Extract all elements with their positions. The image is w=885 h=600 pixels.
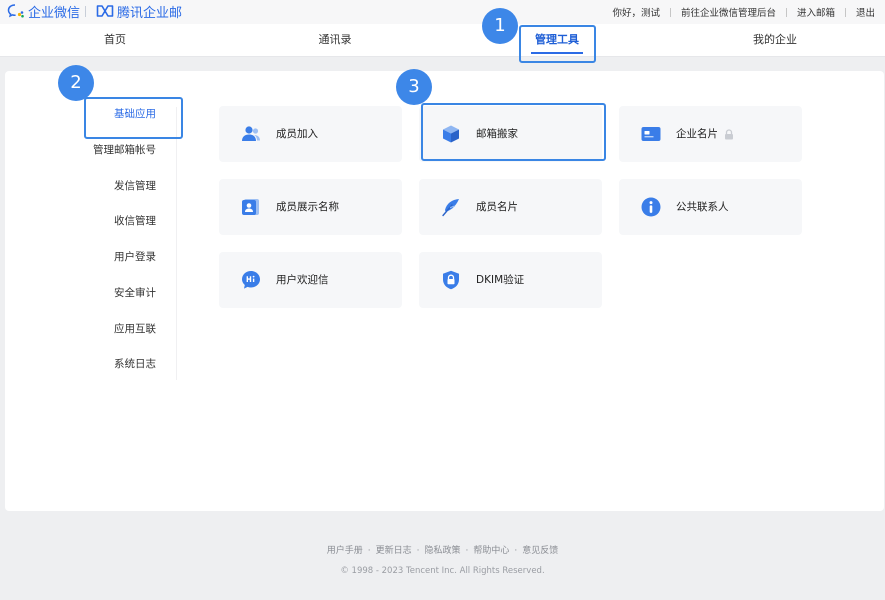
sidebar-item-label: 收信管理 bbox=[114, 215, 156, 227]
tile-member-display-name[interactable]: 成员展示名称 bbox=[219, 179, 402, 235]
nav-tab-home[interactable]: 首页 bbox=[75, 24, 155, 57]
nav-tab-contacts[interactable]: 通讯录 bbox=[295, 24, 375, 57]
info-icon bbox=[641, 197, 661, 217]
sidebar-item-security-audit[interactable]: 安全审计 bbox=[0, 283, 156, 303]
footer-link-help[interactable]: 帮助中心 bbox=[473, 543, 509, 556]
footer-link-manual[interactable]: 用户手册 bbox=[327, 543, 363, 556]
sidebar-item-label: 系统日志 bbox=[114, 358, 156, 370]
tile-label: DKIM验证 bbox=[476, 274, 525, 286]
sidebar-item-system-log[interactable]: 系统日志 bbox=[0, 354, 156, 374]
shield-lock-icon bbox=[441, 270, 461, 290]
contact-card-icon bbox=[241, 197, 261, 217]
sidebar-item-mailbox-accounts[interactable]: 管理邮箱帐号 bbox=[0, 140, 156, 160]
box-icon bbox=[441, 124, 461, 144]
sidebar-item-receiving[interactable]: 收信管理 bbox=[0, 211, 156, 231]
tencent-mail-logo-icon bbox=[96, 5, 114, 17]
nav-tab-my-enterprise[interactable]: 我的企业 bbox=[735, 24, 815, 57]
tencent-mail-brand-label: 腾讯企业邮 bbox=[117, 5, 183, 21]
footer-separator: · bbox=[514, 546, 518, 556]
top-bar: 企业微信 腾讯企业邮 你好，测试 前往企业微信管理后台 进入邮箱 退出 bbox=[0, 0, 885, 24]
top-link-divider bbox=[669, 7, 671, 17]
sidebar-item-label: 基础应用 bbox=[114, 108, 156, 120]
feather-icon bbox=[441, 197, 461, 217]
main-nav: 首页 通讯录 管理工具 我的企业 bbox=[0, 24, 885, 57]
admin-console-link[interactable]: 前往企业微信管理后台 bbox=[681, 5, 776, 19]
tile-label: 成员加入 bbox=[276, 128, 318, 140]
sidebar-item-label: 用户登录 bbox=[114, 251, 156, 263]
tile-dkim[interactable]: DKIM验证 bbox=[419, 252, 602, 308]
sidebar-item-sending[interactable]: 发信管理 bbox=[0, 176, 156, 196]
greeting-text: 你好，测试 bbox=[612, 8, 660, 19]
footer-separator: · bbox=[416, 546, 420, 556]
wecom-brand-label: 企业微信 bbox=[28, 5, 81, 21]
tile-label-wrap: 企业名片 bbox=[676, 125, 734, 143]
tile-label: 成员名片 bbox=[476, 201, 518, 213]
annotation-badge: 2 bbox=[58, 65, 94, 101]
top-link-divider bbox=[844, 7, 846, 17]
top-link-divider bbox=[785, 7, 787, 17]
tile-label: 成员展示名称 bbox=[276, 201, 339, 213]
logout-link[interactable]: 退出 bbox=[856, 5, 875, 19]
sidebar-item-label: 管理邮箱帐号 bbox=[93, 144, 156, 156]
tile-welcome-letter[interactable]: 用户欢迎信 bbox=[219, 252, 402, 308]
enter-mailbox-link[interactable]: 进入邮箱 bbox=[797, 5, 835, 19]
tile-label: 用户欢迎信 bbox=[276, 274, 329, 286]
wecom-brand[interactable]: 企业微信 bbox=[7, 0, 80, 22]
tile-member-join[interactable]: 成员加入 bbox=[219, 106, 402, 162]
tile-member-card[interactable]: 成员名片 bbox=[419, 179, 602, 235]
id-card-icon bbox=[641, 124, 661, 144]
footer-separator: · bbox=[367, 546, 371, 556]
sidebar-item-basic-apps[interactable]: 基础应用 bbox=[0, 104, 156, 124]
footer-separator: · bbox=[465, 546, 469, 556]
footer-link-changelog[interactable]: 更新日志 bbox=[376, 543, 412, 556]
footer-links: 用户手册 · 更新日志 · 隐私政策 · 帮助中心 · 意见反馈 bbox=[0, 543, 885, 556]
footer-link-privacy[interactable]: 隐私政策 bbox=[424, 543, 460, 556]
tile-label: 公共联系人 bbox=[676, 201, 729, 213]
brand-divider bbox=[85, 6, 86, 17]
sidebar-item-label: 安全审计 bbox=[114, 287, 156, 299]
hi-chat-icon bbox=[241, 270, 261, 290]
tile-enterprise-card[interactable]: 企业名片 bbox=[619, 106, 802, 162]
tile-mailbox-move[interactable]: 邮箱搬家 bbox=[419, 106, 602, 162]
tile-label: 企业名片 bbox=[676, 128, 718, 140]
copyright-text: © 1998 - 2023 Tencent Inc. All Rights Re… bbox=[340, 566, 545, 576]
users-icon bbox=[241, 124, 261, 144]
tile-label: 邮箱搬家 bbox=[476, 128, 518, 140]
sidebar-divider bbox=[176, 107, 177, 380]
wecom-logo-icon bbox=[7, 4, 24, 18]
top-links: 你好，测试 前往企业微信管理后台 进入邮箱 退出 bbox=[612, 0, 875, 24]
active-tab-underline bbox=[531, 52, 583, 54]
sidebar-item-label: 发信管理 bbox=[114, 180, 156, 192]
tile-public-contacts[interactable]: 公共联系人 bbox=[619, 179, 802, 235]
annotation-badge: 3 bbox=[396, 69, 432, 105]
sidebar-item-app-interconnect[interactable]: 应用互联 bbox=[0, 319, 156, 339]
lock-icon bbox=[725, 128, 733, 139]
sidebar-item-user-login[interactable]: 用户登录 bbox=[0, 247, 156, 267]
sidebar-item-label: 应用互联 bbox=[114, 323, 156, 335]
footer-link-feedback[interactable]: 意见反馈 bbox=[522, 543, 558, 556]
tencent-mail-brand[interactable]: 腾讯企业邮 bbox=[96, 0, 182, 22]
annotation-badge: 1 bbox=[482, 8, 518, 44]
